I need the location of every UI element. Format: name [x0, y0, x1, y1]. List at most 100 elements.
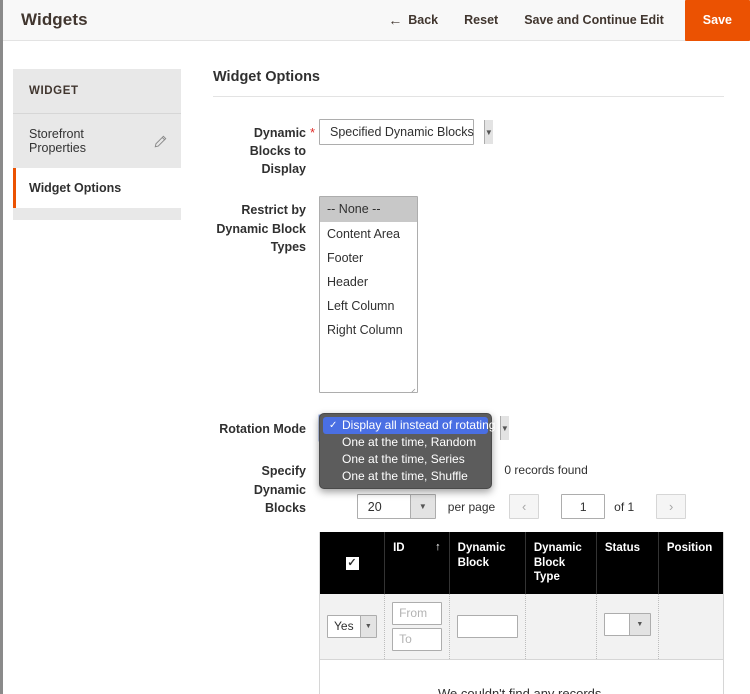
sidebar-item-label: Storefront Properties — [29, 127, 86, 155]
sidebar-item-storefront-properties[interactable]: Storefront Properties — [13, 114, 181, 168]
sidebar-title: WIDGET — [13, 69, 181, 114]
id-from-input[interactable] — [392, 601, 442, 625]
field-label: Dynamic Blocks to Display — [249, 126, 306, 177]
page-number-input[interactable] — [561, 494, 606, 520]
page-content: WIDGET Storefront Properties Widget Opti… — [3, 41, 750, 694]
id-to-input[interactable] — [392, 627, 442, 651]
dynamic-blocks-grid: Search Reset Filter 0 records found 20 ▼… — [319, 457, 724, 694]
select-all-checkbox[interactable]: ✓ — [345, 556, 359, 570]
grid-body: Yes ▼ From To ▼ We couldn't find any rec… — [320, 593, 723, 694]
sort-asc-icon: ↑ — [435, 541, 441, 554]
status-filter-select[interactable]: ▼ — [603, 612, 651, 636]
header-actions: ← Back Reset Save and Continue Edit Save — [375, 0, 750, 41]
pencil-icon — [154, 135, 167, 148]
column-header-label: Position — [666, 542, 713, 555]
save-and-continue-edit-label: Save and Continue Edit — [524, 13, 664, 27]
select-value: 20 — [367, 499, 382, 514]
column-header-select-all[interactable]: ✓ — [320, 532, 386, 594]
reset-button[interactable]: Reset — [451, 13, 511, 27]
required-marker-spacer — [306, 196, 319, 201]
restrict-by-dynamic-block-types-listbox[interactable]: -- None -- Content Area Footer Header Le… — [319, 196, 418, 394]
field-label: Specify Dynamic Blocks — [253, 464, 306, 515]
widget-options-panel: Widget Options Dynamic Blocks to Display… — [181, 69, 724, 694]
dropdown-option[interactable]: Display all instead of rotating — [323, 417, 495, 435]
field-label: Restrict by Dynamic Block Types — [216, 203, 306, 254]
column-header-status[interactable]: Status — [596, 532, 659, 594]
chevron-down-icon: ▼ — [499, 416, 509, 441]
filter-cell-status: ▼ — [596, 593, 659, 660]
grid-filter-row: Yes ▼ From To ▼ — [320, 593, 723, 660]
grid-pager: 20 ▼ per page ‹ of 1 › — [319, 494, 724, 520]
list-item[interactable]: Left Column — [320, 294, 417, 318]
list-item[interactable]: Header — [320, 270, 417, 294]
column-header-dynamic-block[interactable]: Dynamic Block — [449, 532, 526, 594]
field-dynamic-blocks-to-display: Dynamic Blocks to Display * Specified Dy… — [213, 119, 724, 178]
page-header: Widgets ← Back Reset Save and Continue E… — [3, 0, 750, 41]
dropdown-option[interactable]: One at the time, Shuffle — [320, 468, 491, 485]
arrow-left-icon: ← — [388, 12, 403, 28]
section-title: Widget Options — [213, 69, 724, 97]
field-control: Specified Dynamic Blocks ▼ — [319, 119, 724, 145]
mass-select-filter[interactable]: Yes ▼ — [327, 614, 378, 638]
sidebar-item-label: Widget Options — [29, 181, 122, 195]
column-header-label: Dynamic Block — [457, 542, 506, 569]
required-marker-spacer — [306, 457, 319, 462]
chevron-down-icon: ▼ — [359, 615, 377, 637]
save-and-continue-edit-button[interactable]: Save and Continue Edit — [511, 13, 677, 27]
chevron-right-icon[interactable]: › — [656, 494, 687, 520]
reset-button-label: Reset — [464, 13, 499, 27]
per-page-select[interactable]: 20 ▼ — [356, 494, 436, 520]
column-header-label: Status — [604, 542, 641, 555]
field-control: Display all instead of rotating ▼ Displa… — [319, 413, 724, 490]
field-control: -- None -- Content Area Footer Header Le… — [319, 196, 724, 394]
sidebar-item-widget-options[interactable]: Widget Options — [13, 168, 181, 208]
list-item[interactable]: Right Column — [320, 318, 417, 342]
column-header-position[interactable]: Position — [658, 532, 723, 594]
resize-handle-icon[interactable] — [408, 383, 416, 393]
empty-message: We couldn't find any records. — [320, 659, 723, 694]
field-rotation-mode: Rotation Mode Display all instead of rot… — [213, 413, 724, 490]
dropdown-option[interactable]: One at the time, Random — [320, 434, 491, 451]
dynamic-blocks-to-display-select[interactable]: Specified Dynamic Blocks ▼ — [319, 119, 493, 145]
filter-cell-position — [658, 593, 723, 660]
grid-empty-row: We couldn't find any records. — [320, 659, 723, 694]
grid-table-wrapper: ✓ ↑ ID Dynamic Block Dynamic Block Type … — [319, 532, 724, 694]
id-range-filter — [392, 601, 442, 651]
filter-cell-dynamic-block-type — [525, 593, 597, 660]
list-item[interactable]: -- None -- — [320, 197, 417, 222]
filter-cell-dynamic-block — [449, 593, 526, 660]
records-found-text: 0 records found — [504, 463, 588, 478]
widgets-page: Widgets ← Back Reset Save and Continue E… — [0, 0, 750, 694]
filter-cell-select: Yes ▼ — [320, 593, 386, 660]
required-marker: * — [309, 125, 316, 140]
required-marker-spacer — [306, 415, 319, 420]
chevron-down-icon: ▼ — [409, 495, 435, 519]
dynamic-block-filter-input[interactable] — [456, 614, 518, 638]
back-button-label: Back — [408, 13, 439, 27]
back-button[interactable]: ← Back — [375, 13, 451, 27]
select-value: Yes — [334, 619, 354, 633]
page-title: Widgets — [21, 10, 88, 29]
widget-sidebar: WIDGET Storefront Properties Widget Opti… — [13, 69, 181, 220]
dropdown-option[interactable]: One at the time, Series — [320, 451, 491, 468]
filter-cell-id — [384, 593, 450, 660]
list-item[interactable]: Content Area — [320, 222, 417, 246]
save-button[interactable]: Save — [684, 0, 750, 41]
select-value: Specified Dynamic Blocks — [330, 125, 474, 139]
rotation-mode-dropdown-popup[interactable]: Display all instead of rotating One at t… — [319, 413, 495, 490]
list-item[interactable]: Footer — [320, 246, 417, 270]
select-value — [605, 614, 629, 635]
chevron-down-icon: ▼ — [483, 120, 493, 144]
chevron-left-icon[interactable]: ‹ — [509, 494, 540, 520]
field-specify-dynamic-blocks: Specify Dynamic Blocks Search Reset Filt… — [213, 457, 724, 694]
field-label: Rotation Mode — [219, 422, 306, 437]
grid-header-row: ✓ ↑ ID Dynamic Block Dynamic Block Type … — [320, 532, 723, 594]
column-header-label: ID — [393, 542, 405, 555]
column-header-id[interactable]: ↑ ID — [384, 532, 450, 594]
chevron-down-icon: ▼ — [628, 613, 650, 635]
column-header-dynamic-block-type[interactable]: Dynamic Block Type — [525, 532, 597, 594]
column-header-label: Dynamic Block Type — [533, 542, 582, 584]
per-page-label: per page — [447, 499, 496, 514]
grid-head: ✓ ↑ ID Dynamic Block Dynamic Block Type … — [320, 532, 723, 594]
field-restrict-by-dynamic-block-types: Restrict by Dynamic Block Types -- None … — [213, 196, 724, 394]
